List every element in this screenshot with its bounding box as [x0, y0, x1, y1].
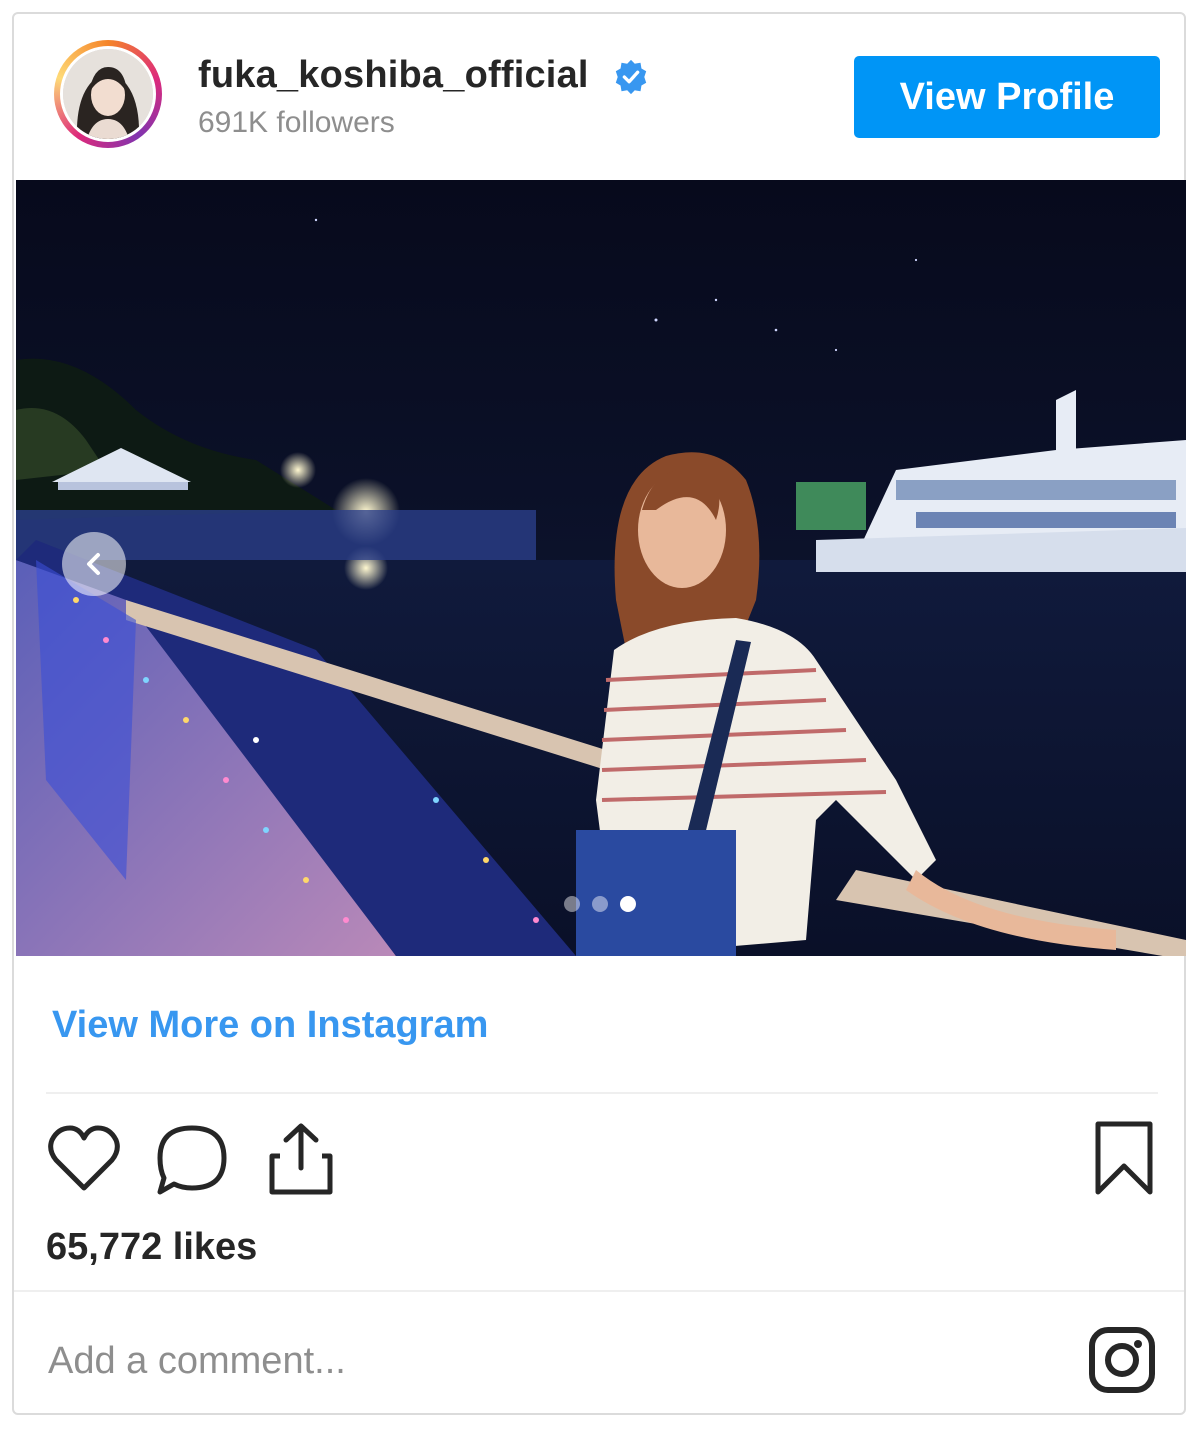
comment-input[interactable]	[46, 1332, 1070, 1390]
like-count: 65,772 likes	[46, 1226, 258, 1268]
previous-image-button[interactable]	[62, 532, 126, 596]
avatar-story-ring[interactable]	[54, 40, 162, 148]
carousel-dot	[592, 896, 608, 912]
view-more-link[interactable]: View More on Instagram	[52, 1004, 488, 1047]
bookmark-icon[interactable]	[1092, 1120, 1156, 1196]
divider	[14, 1290, 1184, 1292]
avatar-image	[63, 49, 153, 139]
post-image[interactable]	[16, 180, 1186, 956]
follower-count: 691K followers	[198, 106, 395, 139]
avatar[interactable]	[60, 46, 156, 142]
heart-icon[interactable]	[46, 1124, 122, 1194]
instagram-embed-card: fuka_koshiba_official 691K followers Vie…	[12, 12, 1186, 1415]
divider	[46, 1092, 1158, 1094]
instagram-logo-icon[interactable]	[1088, 1326, 1156, 1394]
carousel-dot-active	[620, 896, 636, 912]
chevron-left-icon	[87, 553, 100, 575]
username[interactable]: fuka_koshiba_official	[198, 54, 589, 97]
post-header: fuka_koshiba_official 691K followers Vie…	[14, 14, 1184, 180]
carousel-indicator	[564, 896, 636, 912]
view-profile-button[interactable]: View Profile	[854, 56, 1160, 138]
share-icon[interactable]	[266, 1120, 336, 1196]
comment-icon[interactable]	[154, 1122, 230, 1196]
carousel-dot	[564, 896, 580, 912]
verified-badge-icon	[615, 59, 647, 95]
post-photo-scene	[16, 180, 1186, 956]
